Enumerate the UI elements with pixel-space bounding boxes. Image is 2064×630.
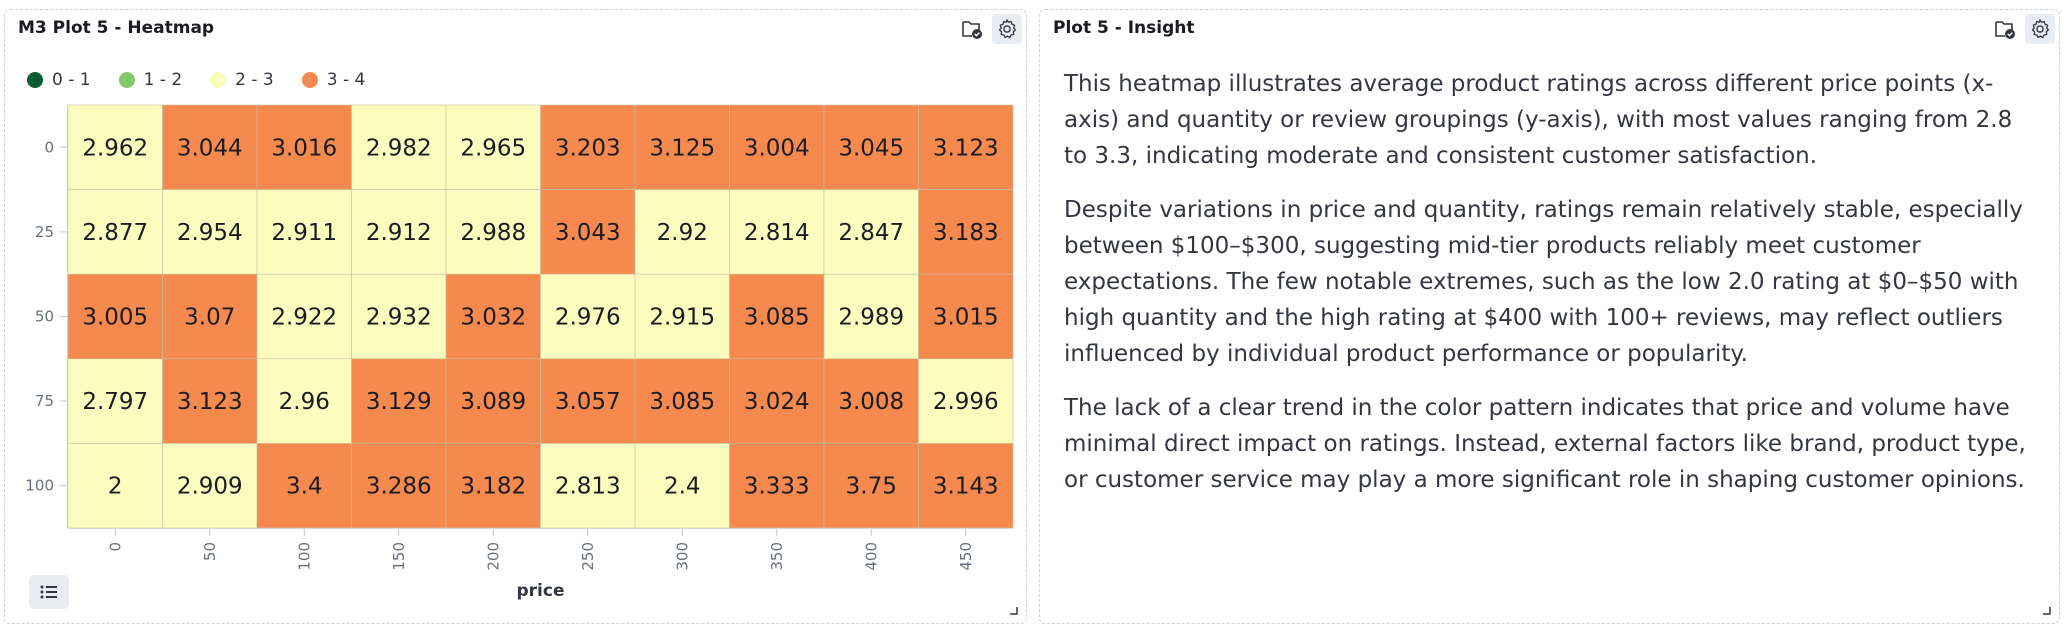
cell-value-label: 2.4 bbox=[664, 474, 701, 500]
cell-value-label: 2.996 bbox=[933, 389, 999, 415]
cell-value-label: 3.07 bbox=[184, 305, 235, 331]
cell-value-label: 2.814 bbox=[744, 220, 810, 246]
cell-value-label: 3.015 bbox=[933, 305, 999, 331]
cell-value-label: 3.016 bbox=[271, 135, 337, 161]
insight-paragraph: This heatmap illustrates average product… bbox=[1064, 71, 2013, 169]
cell-value-label: 2.915 bbox=[649, 305, 715, 331]
resize-handle-icon[interactable] bbox=[1009, 606, 1018, 615]
x-tick-label: 150 bbox=[390, 542, 408, 571]
cell-value-label: 2.962 bbox=[82, 135, 148, 161]
gear-icon[interactable] bbox=[2025, 14, 2055, 44]
y-tick-label: 100 bbox=[25, 477, 54, 495]
cell-value-label: 3.129 bbox=[366, 389, 432, 415]
cell-value-label: 3.045 bbox=[838, 135, 904, 161]
cell-value-label: 3.123 bbox=[177, 389, 243, 415]
cell-value-label: 2.982 bbox=[366, 135, 432, 161]
insight-text: This heatmap illustrates average product… bbox=[1064, 66, 2039, 516]
cell-value-label: 3.143 bbox=[933, 474, 999, 500]
panel-title: Plot 5 - Insight bbox=[1053, 18, 1195, 38]
cell-value-label: 3.203 bbox=[555, 135, 621, 161]
list-icon bbox=[40, 585, 57, 599]
cell-value-label: 3.044 bbox=[177, 135, 243, 161]
cell-value-label: 2.877 bbox=[82, 220, 148, 246]
x-tick-label: 350 bbox=[768, 542, 786, 571]
insight-panel: Plot 5 - Insight This heatmap illustrate… bbox=[1039, 9, 2060, 624]
insight-paragraph: The lack of a clear trend in the color p… bbox=[1064, 395, 2026, 493]
cell-value-label: 2.954 bbox=[177, 220, 243, 246]
y-tick-label: 50 bbox=[35, 308, 54, 326]
resize-handle-icon[interactable] bbox=[2042, 606, 2051, 615]
legend-toggle-button[interactable] bbox=[29, 575, 69, 609]
cell-value-label: 3.005 bbox=[82, 305, 148, 331]
x-tick-label: 400 bbox=[862, 542, 880, 571]
cell-value-label: 3.125 bbox=[649, 135, 715, 161]
y-tick-label: 75 bbox=[35, 392, 54, 410]
cell-value-label: 3.024 bbox=[744, 389, 810, 415]
report-icon[interactable] bbox=[1990, 14, 2020, 44]
cell-value-label: 2.909 bbox=[177, 474, 243, 500]
x-tick-label: 100 bbox=[295, 542, 313, 571]
heatmap-chart: 2.962 3.044 3.016 2.982 2.965 3.203 3.125 3.004… bbox=[25, 104, 1014, 601]
cell-value-label: 3.043 bbox=[555, 220, 621, 246]
x-axis-title: price bbox=[517, 581, 565, 601]
cell-value-label: 2.96 bbox=[279, 389, 330, 415]
y-tick-label: 0 bbox=[44, 138, 54, 156]
cell-value-label: 3.089 bbox=[460, 389, 526, 415]
x-tick-label: 250 bbox=[579, 542, 597, 571]
cell-value-label: 2.92 bbox=[657, 220, 708, 246]
cell-value-label: 3.123 bbox=[933, 135, 999, 161]
cell-value-label: 2.911 bbox=[271, 220, 337, 246]
insight-paragraph: Despite variations in price and quantity… bbox=[1064, 197, 2023, 367]
cell-value-label: 3.032 bbox=[460, 305, 526, 331]
cell-value-label: 3.182 bbox=[460, 474, 526, 500]
cell-value-label: 2.932 bbox=[366, 305, 432, 331]
cell-value-label: 3.057 bbox=[555, 389, 621, 415]
cell-value-label: 2.988 bbox=[460, 220, 526, 246]
cell-value-label: 2.989 bbox=[838, 305, 904, 331]
cell-value-label: 2 bbox=[108, 474, 123, 500]
x-tick-label: 450 bbox=[957, 542, 975, 571]
x-tick-label: 50 bbox=[201, 542, 219, 561]
cell-value-label: 2.797 bbox=[82, 389, 148, 415]
heatmap-panel: M3 Plot 5 - Heatmap 0 - 1 1 - 2 2 - 3 3 … bbox=[4, 9, 1027, 624]
cell-value-label: 2.922 bbox=[271, 305, 337, 331]
cell-value-label: 2.912 bbox=[366, 220, 432, 246]
x-tick-label: 200 bbox=[484, 542, 502, 571]
x-tick-label: 0 bbox=[106, 542, 124, 552]
cell-value-label: 2.813 bbox=[555, 474, 621, 500]
x-tick-label: 300 bbox=[673, 542, 691, 571]
cell-value-label: 2.976 bbox=[555, 305, 621, 331]
cell-value-label: 2.965 bbox=[460, 135, 526, 161]
cell-value-label: 2.847 bbox=[838, 220, 904, 246]
cell-value-label: 3.085 bbox=[649, 389, 715, 415]
cell-value-label: 3.008 bbox=[838, 389, 904, 415]
cell-value-label: 3.75 bbox=[846, 474, 897, 500]
cell-value-label: 3.333 bbox=[744, 474, 810, 500]
cell-value-label: 3.183 bbox=[933, 220, 999, 246]
cell-value-label: 3.286 bbox=[366, 474, 432, 500]
cell-value-label: 3.4 bbox=[286, 474, 323, 500]
y-tick-label: 25 bbox=[35, 223, 54, 241]
cell-value-label: 3.085 bbox=[744, 305, 810, 331]
cell-value-label: 3.004 bbox=[744, 135, 810, 161]
